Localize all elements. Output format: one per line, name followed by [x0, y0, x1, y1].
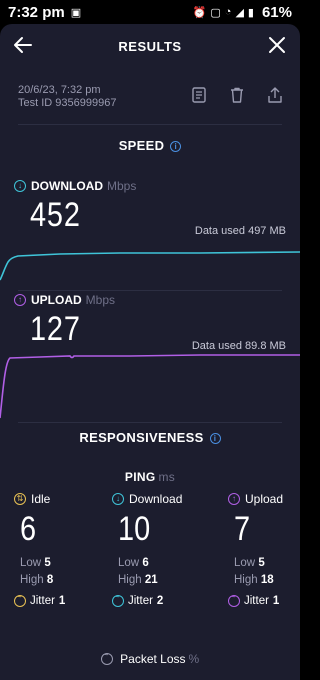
download-unit: Mbps [107, 179, 137, 193]
ping-upload-jitter-label: Jitter [244, 595, 269, 607]
packet-loss-icon [100, 650, 113, 665]
ping-download-label: Download [129, 492, 183, 506]
test-id: Test ID 9356999967 [18, 97, 117, 109]
gallery-notification-icon: ▣ [70, 6, 82, 19]
notes-icon[interactable] [190, 86, 208, 104]
download-label: ↓ DOWNLOAD Mbps [14, 179, 136, 193]
status-time: 7:32 pm [8, 3, 65, 21]
ping-upload-low-high: Low 5 High 18 [234, 555, 300, 589]
alarm-icon: ⏰ [192, 6, 207, 19]
back-arrow-icon[interactable] [12, 34, 34, 56]
share-icon[interactable] [266, 86, 284, 104]
idle-icon: ⇅ [14, 493, 26, 505]
ping-download-low-high: Low 6 High 21 [118, 555, 202, 589]
idle-high: 8 [46, 574, 54, 586]
ping-upload-value: 7 [234, 510, 251, 548]
idle-low: 5 [44, 557, 51, 569]
results-header: RESULTS [0, 24, 300, 68]
ping-upload-high: 18 [260, 574, 274, 586]
idle-low-label: Low [20, 557, 42, 569]
idle-low-high: Low 5 High 8 [20, 555, 104, 589]
ping-upload-label: Upload [245, 492, 284, 506]
upload-arrow-icon: ↑ [14, 294, 26, 306]
download-graph [0, 251, 300, 281]
download-label-text: DOWNLOAD [31, 179, 103, 193]
responsiveness-section-title: RESPONSIVENESS i [0, 430, 300, 445]
ping-download-value: 10 [118, 510, 151, 548]
page-title: RESULTS [118, 38, 182, 54]
upload-label: ↑ UPLOAD Mbps [14, 293, 115, 307]
result-actions [190, 86, 284, 104]
battery-percent: 61% [261, 3, 292, 21]
jitter-icon [228, 592, 240, 607]
idle-jitter: Jitter1 [14, 592, 104, 607]
ping-download-header: ↓ Download [112, 492, 202, 506]
ping-upload-header: ↑ Upload [228, 492, 300, 506]
upload-label-text: UPLOAD [31, 293, 82, 307]
ping-header: PING ms [0, 470, 300, 484]
divider [18, 422, 282, 423]
idle-value: 6 [20, 510, 37, 548]
upload-unit: Mbps [85, 293, 116, 307]
ping-download-jitter: Jitter2 [112, 592, 202, 607]
ping-download-low-label: Low [118, 557, 140, 569]
ping-download-low: 6 [142, 557, 149, 569]
jitter-icon [112, 592, 124, 607]
status-bar: 7:32 pm ▣ ⏰ ▢ ◔ ◢ ▮ 61% [0, 0, 300, 24]
ping-upload-high-label: High [234, 574, 258, 586]
battery-icon: ▮ [247, 6, 254, 19]
results-sheet: RESULTS 20/6/23, 7:32 pm Test ID 9356999… [0, 24, 300, 680]
ping-upload-jitter: Jitter1 [228, 592, 300, 607]
signal-icon: ◢ [235, 6, 244, 19]
ping-idle: ⇅ Idle 6 Low 5 High 8 Jitter1 [14, 492, 104, 607]
test-datetime: 20/6/23, 7:32 pm [18, 84, 101, 96]
responsiveness-title: RESPONSIVENESS [79, 430, 204, 445]
upload-graph [0, 354, 300, 419]
divider [18, 290, 282, 291]
download-arrow-icon: ↓ [112, 493, 124, 505]
speed-info-icon[interactable]: i [170, 141, 182, 152]
idle-jitter-label: Jitter [30, 595, 55, 607]
idle-jitter-value: 1 [58, 595, 66, 607]
ping-download: ↓ Download 10 Low 6 High 21 Jitter2 [112, 492, 202, 607]
speed-title: SPEED [118, 138, 165, 153]
delete-icon[interactable] [228, 86, 246, 104]
jitter-icon [14, 592, 26, 607]
ping-download-high: 21 [144, 574, 158, 586]
test-meta: 20/6/23, 7:32 pm Test ID 9356999967 [18, 84, 116, 110]
ping-label: PING [124, 470, 156, 484]
packet-loss-label: Packet Loss [120, 652, 186, 666]
download-value: 452 [30, 196, 81, 234]
download-arrow-icon: ↓ [14, 180, 26, 192]
ping-download-high-label: High [118, 574, 142, 586]
volte-icon: ▢ [210, 6, 221, 19]
responsiveness-info-icon[interactable]: i [209, 433, 221, 444]
idle-header: ⇅ Idle [14, 492, 104, 506]
upload-arrow-icon: ↑ [228, 493, 240, 505]
ping-download-jitter-label: Jitter [128, 595, 153, 607]
idle-high-label: High [20, 574, 44, 586]
ping-download-jitter-value: 2 [156, 595, 164, 607]
ping-upload: ↑ Upload 7 Low 5 High 18 Jitter1 [228, 492, 300, 607]
divider [18, 124, 282, 125]
packet-loss: Packet Loss% [0, 650, 300, 666]
ping-unit: ms [158, 470, 176, 484]
status-icons: ⏰ ▢ ◔ ◢ ▮ 61% [193, 4, 292, 21]
idle-label: Idle [31, 492, 51, 506]
wifi-icon: ◔ [224, 6, 232, 18]
upload-value: 127 [30, 310, 81, 348]
ping-upload-low: 5 [258, 557, 265, 569]
close-icon[interactable] [266, 34, 288, 56]
packet-loss-unit: % [188, 652, 200, 666]
speed-section-title: SPEED i [0, 138, 300, 153]
ping-upload-low-label: Low [234, 557, 256, 569]
ping-upload-jitter-value: 1 [272, 595, 280, 607]
